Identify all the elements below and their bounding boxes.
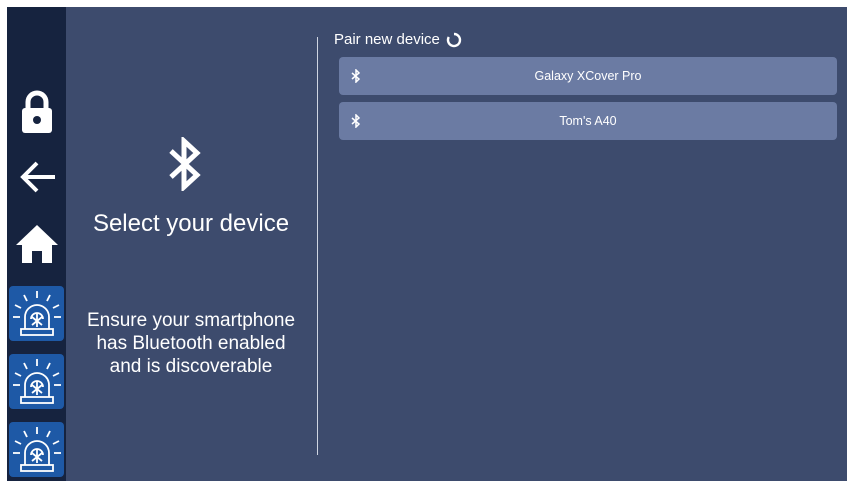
home-button[interactable] xyxy=(7,219,66,269)
panel-divider xyxy=(317,37,318,455)
bluetooth-instructions: Ensure your smartphone has Bluetooth ena… xyxy=(86,310,296,377)
back-arrow-icon xyxy=(19,161,55,193)
alarm-button-2[interactable] xyxy=(9,354,64,409)
alarm-button-1[interactable] xyxy=(9,286,64,341)
loading-spinner-icon xyxy=(446,32,462,47)
alarm-beacon-icon xyxy=(12,358,61,404)
home-icon xyxy=(15,225,58,263)
instructions-panel: Select your device Ensure your smartphon… xyxy=(66,7,316,481)
sidebar xyxy=(7,7,66,481)
alarm-button-3[interactable] xyxy=(9,422,64,477)
device-row[interactable]: Tom's A40 xyxy=(339,102,837,140)
device-name: Galaxy XCover Pro xyxy=(534,69,642,83)
pair-header-label: Pair new device xyxy=(334,31,440,48)
back-button[interactable] xyxy=(7,157,66,197)
lock-icon xyxy=(21,90,52,133)
alarm-beacon-icon xyxy=(12,426,61,472)
device-row[interactable]: Galaxy XCover Pro xyxy=(339,57,837,95)
lock-button[interactable] xyxy=(7,87,66,137)
bluetooth-icon xyxy=(169,137,201,191)
pair-new-device-header: Pair new device xyxy=(334,31,462,48)
app-frame: Select your device Ensure your smartphon… xyxy=(7,7,847,481)
alarm-beacon-icon xyxy=(12,290,61,336)
device-name: Tom's A40 xyxy=(559,114,617,128)
select-device-title: Select your device xyxy=(92,210,290,237)
